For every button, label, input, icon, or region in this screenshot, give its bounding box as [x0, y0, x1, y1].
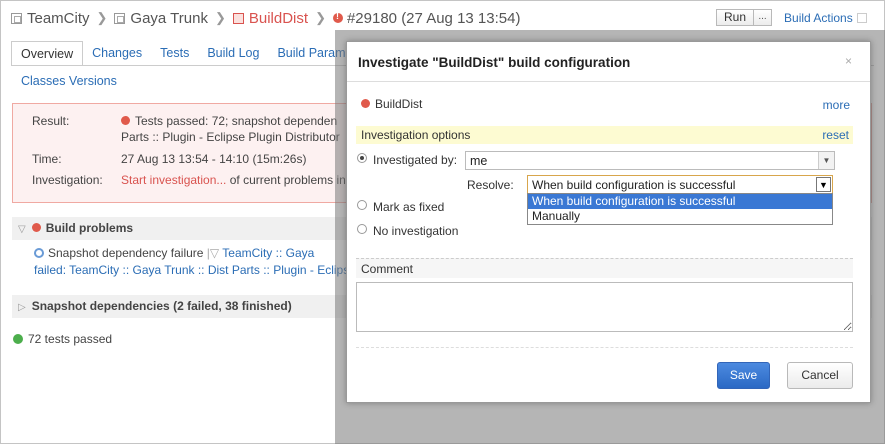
build-config-failed-icon: [232, 12, 244, 24]
options-label: Investigation options: [361, 128, 471, 142]
build-actions-menu[interactable]: Build Actions: [784, 11, 867, 25]
comment-header: Comment: [356, 258, 853, 278]
failed-status-icon: [332, 11, 343, 23]
breadcrumb-config[interactable]: BuildDist: [249, 10, 308, 27]
build-problem-detail[interactable]: failed: TeamCity :: Gaya Trunk :: Dist P…: [34, 263, 349, 277]
failed-status-icon: [361, 99, 370, 108]
snapshot-dependencies-title: Snapshot dependencies (2 failed, 38 fini…: [31, 299, 292, 313]
cancel-button[interactable]: Cancel: [787, 362, 853, 389]
investigated-by-radio[interactable]: [357, 153, 367, 163]
project-icon: [114, 12, 126, 24]
save-button[interactable]: Save: [717, 362, 770, 389]
investigation-rest-text: of current problems in: [229, 173, 346, 187]
breadcrumb: TeamCity ❯ Gaya Trunk ❯ BuildDist ❯ #291…: [11, 8, 520, 28]
resolve-option[interactable]: When build configuration is successful: [528, 194, 832, 209]
resolve-dropdown-list: When build configuration is successful M…: [527, 193, 833, 225]
dialog-build-name: BuildDist: [361, 97, 422, 111]
mark-as-fixed-radio[interactable]: [357, 200, 367, 210]
tests-passed-text: 72 tests passed: [28, 332, 113, 346]
reset-link[interactable]: reset: [822, 128, 849, 142]
chevron-down-icon[interactable]: ▼: [818, 152, 834, 169]
triangle-down-icon: ▽: [18, 224, 26, 235]
tab-overview[interactable]: Overview: [11, 41, 84, 66]
triangle-right-icon: ▷: [18, 302, 26, 313]
chevron-right-icon: ❯: [214, 10, 226, 25]
tab-classes-versions[interactable]: Classes Versions: [21, 74, 117, 88]
investigation-value: Start investigation... of current proble…: [121, 173, 346, 187]
no-investigation-label: No investigation: [373, 224, 459, 238]
investigated-by-value: me: [470, 154, 488, 168]
build-problems-title: Build problems: [45, 221, 134, 235]
tab-changes[interactable]: Changes: [83, 41, 151, 66]
investigated-by-combo[interactable]: me ▼: [465, 151, 835, 170]
tab-build-log[interactable]: Build Log: [198, 41, 268, 66]
success-check-icon: [13, 334, 23, 344]
investigate-dialog: Investigate "BuildDist" build configurat…: [346, 41, 871, 403]
dialog-title: Investigate "BuildDist" build configurat…: [347, 42, 870, 82]
result-value-line2: Parts :: Plugin - Eclipse Plugin Distrib…: [121, 130, 340, 144]
chevron-down-icon: [856, 12, 867, 23]
resolve-selected-value: When build configuration is successful: [532, 178, 736, 192]
start-investigation-link[interactable]: Start investigation...: [121, 173, 226, 187]
run-options-button[interactable]: ...: [754, 9, 773, 26]
chevron-down-icon[interactable]: ▼: [816, 177, 831, 192]
comment-textarea[interactable]: [356, 282, 853, 332]
result-label: Result:: [32, 114, 70, 128]
tab-tests[interactable]: Tests: [151, 41, 198, 66]
breadcrumb-subproject[interactable]: Gaya Trunk: [130, 10, 208, 27]
more-link[interactable]: more: [823, 98, 850, 112]
failed-status-icon: [31, 223, 41, 232]
time-value: 27 Aug 13 13:54 - 14:10 (15m:26s): [121, 152, 307, 166]
no-investigation-radio[interactable]: [357, 224, 367, 234]
separator: |▽: [206, 246, 220, 260]
resolve-option[interactable]: Manually: [528, 209, 832, 224]
build-problem-item: Snapshot dependency failure |▽ TeamCity …: [34, 246, 314, 260]
breadcrumb-build: #29180 (27 Aug 13 13:54): [346, 9, 521, 27]
tab-bar: Overview Changes Tests Build Log Build P…: [11, 41, 355, 66]
investigation-label: Investigation:: [32, 173, 103, 187]
run-toolbar: Run ... Build Actions: [716, 9, 867, 26]
result-text: Tests passed: 72; snapshot dependen: [135, 114, 338, 128]
resolve-label: Resolve:: [467, 178, 514, 192]
problem-link[interactable]: TeamCity :: Gaya: [222, 246, 314, 260]
mark-as-fixed-label: Mark as fixed: [373, 200, 445, 214]
investigation-options-bar: Investigation options reset: [356, 126, 853, 144]
tests-passed-status: 72 tests passed: [13, 332, 112, 346]
project-icon: [11, 12, 22, 24]
chevron-right-icon: ❯: [315, 10, 326, 25]
time-label: Time:: [32, 152, 62, 166]
run-button[interactable]: Run: [716, 9, 755, 26]
resolve-select[interactable]: When build configuration is successful ▼: [527, 175, 833, 194]
close-icon[interactable]: ×: [845, 54, 852, 68]
dialog-divider: [356, 347, 853, 348]
build-actions-label: Build Actions: [784, 10, 853, 25]
problem-text: Snapshot dependency failure: [48, 246, 204, 260]
chevron-right-icon: ❯: [96, 10, 108, 25]
dialog-build-label: BuildDist: [375, 97, 423, 111]
breadcrumb-project[interactable]: TeamCity: [27, 10, 90, 27]
investigated-by-label: Investigated by:: [373, 153, 458, 167]
result-value: Tests passed: 72; snapshot dependen: [121, 114, 337, 128]
magnifier-icon: [34, 248, 44, 258]
failed-status-icon: [121, 116, 130, 125]
